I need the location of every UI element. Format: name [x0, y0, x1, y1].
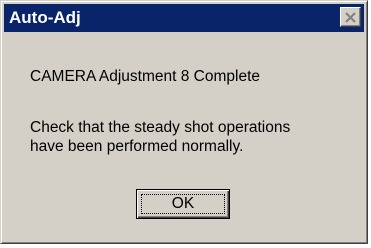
- instruction-message: Check that the steady shot operations ha…: [30, 118, 290, 156]
- instruction-line-1: Check that the steady shot operations: [30, 119, 291, 136]
- instruction-line-2: have been performed normally.: [30, 138, 244, 155]
- dialog-window: Auto-Adj CAMERA Adjustment 8 Complete Ch…: [0, 0, 368, 244]
- close-button[interactable]: [340, 7, 361, 27]
- title-bar[interactable]: Auto-Adj: [4, 4, 364, 32]
- close-icon: [345, 12, 356, 23]
- ok-button-label: OK: [171, 195, 195, 212]
- window-title: Auto-Adj: [9, 8, 81, 27]
- ok-button[interactable]: OK: [136, 189, 230, 219]
- status-message: CAMERA Adjustment 8 Complete: [30, 68, 261, 85]
